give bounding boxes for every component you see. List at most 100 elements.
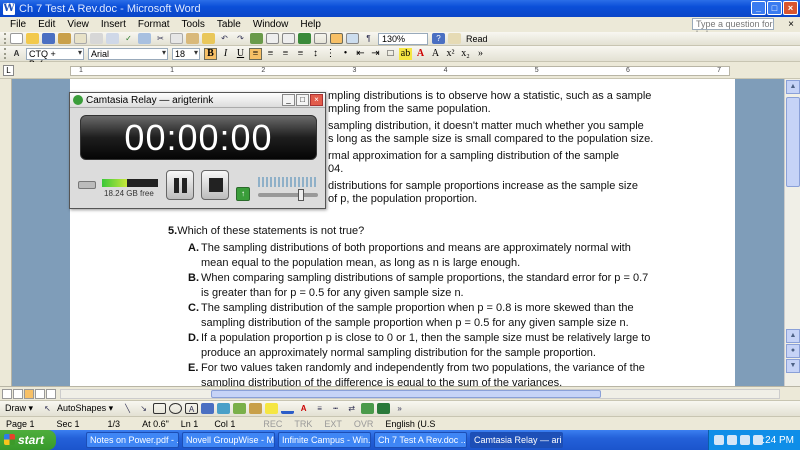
picture-icon[interactable] (249, 403, 263, 414)
diagram-icon[interactable] (217, 403, 231, 414)
tray-volume-icon[interactable] (727, 435, 737, 445)
menu-edit[interactable]: Edit (38, 19, 55, 30)
web-layout-view-button[interactable] (13, 389, 23, 399)
taskbar-item-word-document[interactable]: Ch 7 Test A Rev.doc ... (374, 432, 467, 448)
status-trk[interactable]: TRK (288, 419, 318, 429)
horizontal-scroll-thumb[interactable] (211, 390, 601, 398)
ruler-scale[interactable]: 1 1 2 3 4 5 6 7 (70, 66, 730, 76)
help-icon[interactable]: ? (432, 33, 445, 44)
document-map-icon[interactable] (346, 33, 359, 44)
font-color-draw-icon[interactable]: A (297, 403, 310, 414)
scroll-thumb[interactable] (786, 97, 800, 187)
camtasia-close-button[interactable]: × (310, 94, 323, 106)
superscript-icon[interactable]: x² (444, 48, 457, 60)
hyperlink-icon[interactable] (250, 33, 263, 44)
camtasia-maximize-button[interactable]: □ (296, 94, 309, 106)
grow-font-icon[interactable]: A (429, 48, 442, 60)
copy-icon[interactable] (170, 33, 183, 44)
columns-icon[interactable] (314, 33, 327, 44)
toolbar-grip[interactable] (4, 48, 7, 59)
volume-slider-knob[interactable] (298, 189, 304, 201)
autoshapes-menu-button[interactable]: AutoShapes ▾ (57, 403, 113, 414)
next-page-icon[interactable]: ▼ (786, 359, 800, 373)
status-ext[interactable]: EXT (318, 419, 348, 429)
select-objects-icon[interactable]: ↖ (41, 403, 54, 414)
taskbar-item-camtasia-relay[interactable]: Camtasia Relay — ari... (470, 432, 563, 448)
line-icon[interactable]: ╲ (121, 403, 134, 414)
print-preview-icon[interactable] (106, 33, 119, 44)
taskbar-item-notes-on-power[interactable]: Notes on Power.pdf - ... (86, 432, 179, 448)
font-dropdown[interactable]: Arial (88, 47, 168, 60)
tab-selector[interactable]: L (3, 65, 14, 76)
align-left-icon[interactable]: ≡ (249, 47, 262, 60)
status-rec[interactable]: REC (241, 419, 288, 429)
taskbar-item-groupwise[interactable]: Novell GroupWise - M... (182, 432, 275, 448)
status-ovr[interactable]: OVR (348, 419, 380, 429)
line-color-icon[interactable] (281, 403, 295, 414)
previous-page-icon[interactable]: ▲ (786, 329, 800, 343)
wordart-icon[interactable] (201, 403, 215, 414)
line-spacing-icon[interactable]: ↕ (309, 48, 322, 60)
normal-view-button[interactable] (2, 389, 12, 399)
spelling-icon[interactable]: ✓ (122, 33, 135, 44)
menu-insert[interactable]: Insert (101, 19, 126, 30)
drawing-icon[interactable] (330, 33, 343, 44)
stop-button[interactable] (201, 170, 229, 200)
camtasia-minimize-button[interactable]: _ (282, 94, 295, 106)
shadow-style-icon[interactable] (361, 403, 375, 414)
redo-icon[interactable]: ↷ (234, 33, 247, 44)
numbering-icon[interactable]: ⋮ (324, 48, 337, 60)
document-close-icon[interactable]: × (788, 19, 794, 30)
save-icon[interactable] (42, 33, 55, 44)
paste-icon[interactable] (186, 33, 199, 44)
highlight-icon[interactable]: ab (399, 47, 412, 60)
help-search-input[interactable]: Type a question for help (692, 18, 774, 39)
start-button[interactable]: start (0, 430, 56, 450)
tray-security-icon[interactable] (740, 435, 750, 445)
read-button[interactable]: Read (464, 34, 490, 44)
3d-style-icon[interactable] (377, 403, 391, 414)
font-size-dropdown[interactable]: 18 (172, 47, 200, 60)
microphone-icon[interactable]: ↑ (236, 187, 250, 201)
toolbar-grip[interactable] (4, 33, 7, 44)
increase-indent-icon[interactable]: ⇥ (369, 48, 382, 60)
browse-object-icon[interactable]: ● (786, 344, 800, 358)
show-hide-icon[interactable]: ¶ (362, 33, 375, 44)
print-icon[interactable] (90, 33, 103, 44)
line-style-icon[interactable]: ≡ (313, 403, 326, 414)
arrow-style-icon[interactable]: ⇄ (345, 403, 358, 414)
pause-button[interactable] (166, 170, 194, 200)
borders-icon[interactable]: □ (384, 48, 397, 60)
more-draw-icon[interactable]: » (393, 403, 406, 414)
justify-icon[interactable]: ≡ (294, 48, 307, 60)
email-icon[interactable] (74, 33, 87, 44)
volume-slider[interactable] (258, 189, 318, 201)
bullets-icon[interactable]: • (339, 48, 352, 60)
draw-menu-button[interactable]: Draw ▾ (5, 403, 33, 414)
menu-file[interactable]: File (10, 19, 26, 30)
print-layout-view-button[interactable] (24, 389, 34, 399)
font-color-icon[interactable]: A (414, 48, 427, 60)
format-painter-icon[interactable] (202, 33, 215, 44)
oval-icon[interactable] (169, 403, 183, 414)
vertical-scrollbar[interactable]: ▲ ▲ ● ▼ (784, 79, 800, 386)
underline-button[interactable]: U (234, 48, 247, 60)
undo-icon[interactable]: ↶ (218, 33, 231, 44)
close-button[interactable]: × (783, 1, 798, 15)
new-document-icon[interactable] (10, 33, 23, 44)
word-app-icon[interactable]: W (3, 2, 15, 15)
rectangle-icon[interactable] (153, 403, 167, 414)
zoom-dropdown[interactable]: 130% (378, 32, 428, 45)
tables-borders-icon[interactable] (266, 33, 279, 44)
tray-app-icon[interactable] (753, 435, 763, 445)
minimize-button[interactable]: _ (751, 1, 766, 15)
bold-button[interactable]: B (204, 47, 217, 60)
cut-icon[interactable]: ✂ (154, 33, 167, 44)
open-folder-icon[interactable] (26, 33, 39, 44)
scroll-up-icon[interactable]: ▲ (786, 80, 800, 94)
taskbar-item-infinite-campus[interactable]: Infinite Campus - Win... (278, 432, 371, 448)
menu-table[interactable]: Table (217, 19, 241, 30)
outline-view-button[interactable] (35, 389, 45, 399)
text-box-icon[interactable]: A (185, 403, 199, 414)
camtasia-relay-window[interactable]: Camtasia Relay — arigterink _ □ × 00:00:… (69, 92, 326, 209)
